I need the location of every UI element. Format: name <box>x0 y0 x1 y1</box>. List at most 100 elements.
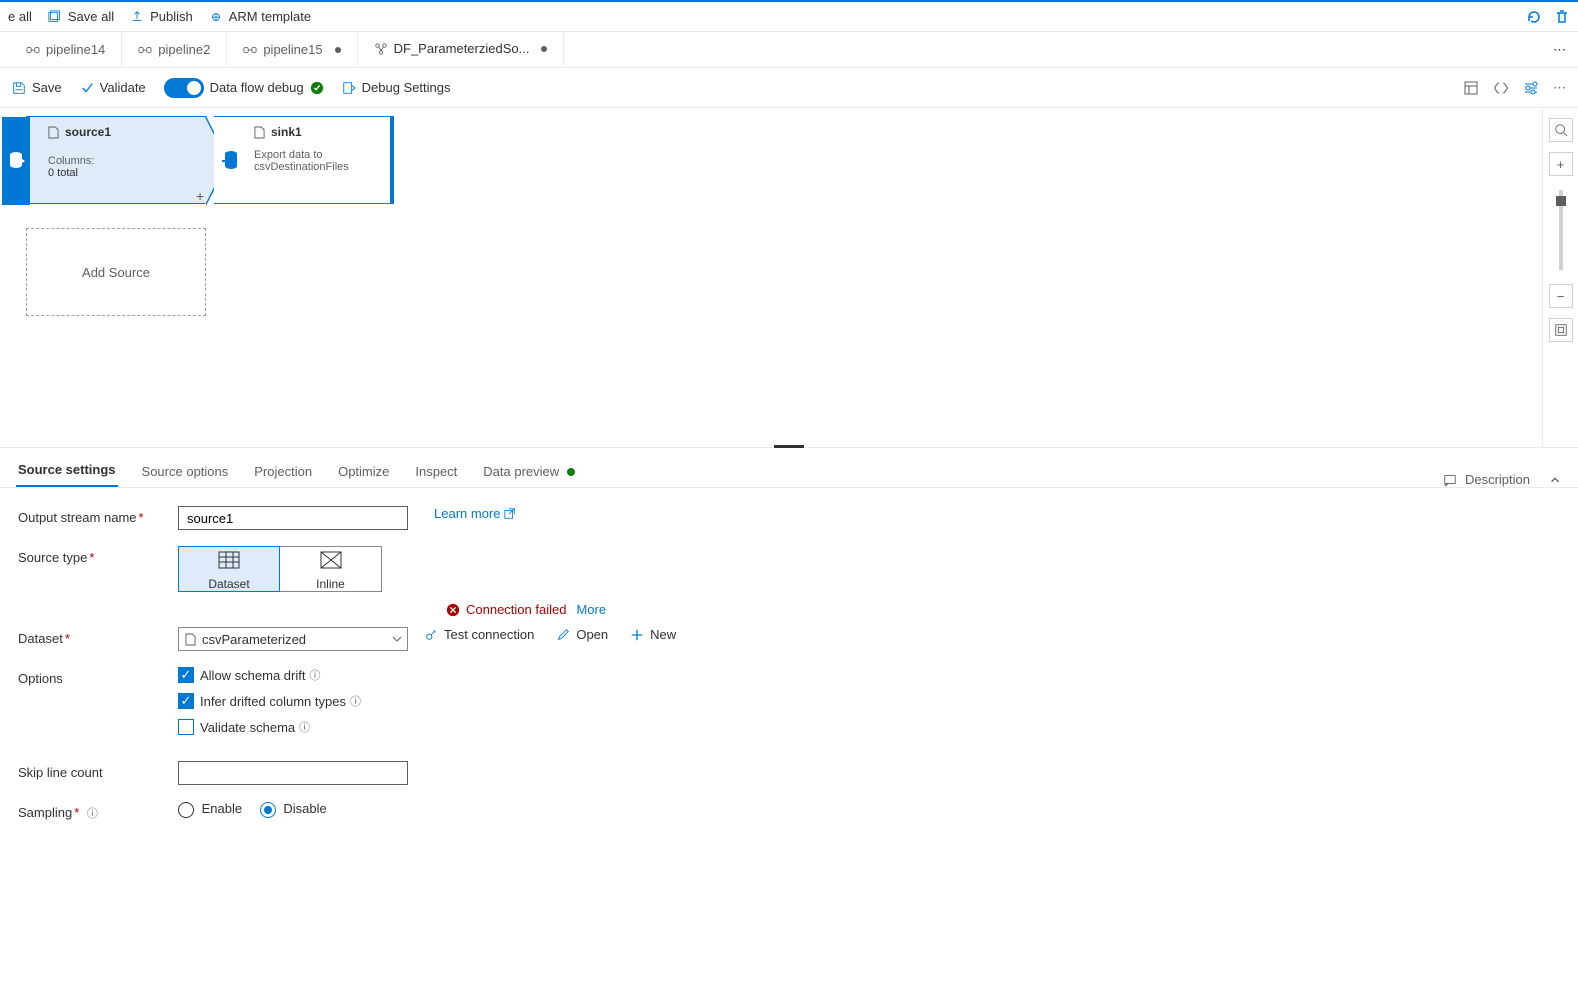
sampling-disable-label: Disable <box>283 801 326 816</box>
sink-node[interactable]: sink1 Export data to csvDestinationFiles <box>214 116 394 204</box>
dataset-select[interactable]: csvParameterized <box>178 627 408 651</box>
validate-schema-checkbox[interactable] <box>178 719 194 735</box>
source-node-icon <box>2 117 30 205</box>
validate-button[interactable]: Validate <box>80 80 146 95</box>
dataflow-toolbar: Save Validate Data flow debug Debug Sett… <box>0 68 1578 108</box>
publish-button[interactable]: Publish <box>130 9 193 24</box>
source-type-toggle: Dataset Inline <box>178 546 382 592</box>
new-dataset-button[interactable]: New <box>630 627 676 642</box>
add-source-label: Add Source <box>82 265 150 280</box>
publish-label: Publish <box>150 9 193 24</box>
sampling-enable-radio[interactable] <box>178 802 194 818</box>
fit-screen-button[interactable] <box>1549 318 1573 342</box>
test-connection-label: Test connection <box>444 627 534 642</box>
tab-pipeline15[interactable]: pipeline15 <box>227 32 357 67</box>
dataset-label: Dataset* <box>18 627 178 646</box>
dataflow-canvas[interactable]: source1 Columns: 0 total + sink1 Export … <box>0 108 1578 448</box>
preview-status-icon <box>567 468 575 476</box>
save-all-button[interactable]: Save all <box>48 9 114 24</box>
zoom-slider[interactable] <box>1559 190 1563 270</box>
tab-df-parameterized[interactable]: DF_ParameterziedSo... <box>358 32 565 67</box>
description-label[interactable]: Description <box>1465 472 1530 487</box>
search-icon[interactable] <box>1549 118 1573 142</box>
sink-node-title: sink1 <box>271 125 302 139</box>
infer-drifted-types-checkbox[interactable]: ✓ <box>178 693 194 709</box>
pipeline-icon <box>243 44 257 56</box>
tab-label: DF_ParameterziedSo... <box>394 41 530 56</box>
delete-icon[interactable] <box>1554 9 1570 25</box>
tab-source-options[interactable]: Source options <box>140 456 231 487</box>
dataset-label: Dataset <box>179 575 279 591</box>
add-transform-button[interactable]: + <box>196 188 204 204</box>
tab-label: pipeline2 <box>158 42 210 57</box>
tab-source-settings[interactable]: Source settings <box>16 454 118 487</box>
learn-more-link[interactable]: Learn more <box>434 506 516 521</box>
discard-all-button[interactable]: e all <box>8 9 32 24</box>
pipeline-icon <box>26 44 40 56</box>
tab-optimize[interactable]: Optimize <box>336 456 391 487</box>
output-stream-name-input[interactable] <box>178 506 408 530</box>
allow-schema-drift-checkbox[interactable]: ✓ <box>178 667 194 683</box>
tab-projection[interactable]: Projection <box>252 456 314 487</box>
open-dataset-button[interactable]: Open <box>556 627 608 642</box>
arm-template-icon <box>209 10 223 24</box>
tab-label: pipeline15 <box>263 42 322 57</box>
skip-line-count-input[interactable] <box>178 761 408 785</box>
tab-data-preview[interactable]: Data preview <box>481 456 577 487</box>
tab-inspect[interactable]: Inspect <box>413 456 459 487</box>
debug-settings-button[interactable]: Debug Settings <box>342 80 451 95</box>
dataset-icon <box>179 547 279 575</box>
info-icon[interactable]: ⓘ <box>309 667 320 683</box>
info-icon[interactable]: ⓘ <box>299 719 310 735</box>
arm-template-button[interactable]: ARM template <box>209 9 311 24</box>
source-type-inline[interactable]: Inline <box>280 546 382 592</box>
tabs-more-button[interactable]: ⋯ <box>1541 32 1578 67</box>
dirty-indicator-icon <box>335 47 341 53</box>
dataflow-icon <box>374 42 388 56</box>
edit-icon <box>556 628 570 642</box>
panel-resize-handle[interactable] <box>774 445 804 448</box>
graph-view-icon[interactable] <box>1463 80 1479 96</box>
output-stream-name-label: Output stream name* <box>18 506 178 525</box>
save-label: Save <box>32 80 62 95</box>
source-type-dataset[interactable]: Dataset <box>178 546 280 592</box>
connection-error-text: Connection failed <box>466 602 566 617</box>
zoom-in-button[interactable]: + <box>1549 152 1573 176</box>
save-icon <box>12 81 26 95</box>
more-icon[interactable]: ⋯ <box>1553 80 1566 96</box>
info-icon[interactable]: ⓘ <box>350 693 361 709</box>
source-columns-label: Columns: <box>48 155 195 167</box>
info-icon[interactable]: ⓘ <box>87 808 98 820</box>
zoom-out-button[interactable]: − <box>1549 284 1573 308</box>
top-command-bar: e all Save all Publish ARM template <box>0 0 1578 32</box>
sampling-disable-radio[interactable] <box>260 802 276 818</box>
sink-node-icon <box>214 117 248 205</box>
tab-pipeline2[interactable]: pipeline2 <box>122 32 227 67</box>
source-node[interactable]: source1 Columns: 0 total <box>26 116 206 204</box>
chevron-down-icon <box>391 633 403 645</box>
debug-toggle[interactable]: Data flow debug <box>164 78 324 98</box>
validate-icon <box>80 81 94 95</box>
tab-label: pipeline14 <box>46 42 105 57</box>
new-label: New <box>650 627 676 642</box>
description-icon[interactable] <box>1443 473 1457 487</box>
discard-all-label: e all <box>8 9 32 24</box>
refresh-icon[interactable] <box>1526 9 1542 25</box>
sampling-label: Sampling* ⓘ <box>18 801 178 821</box>
settings-icon[interactable] <box>1523 80 1539 96</box>
source-type-label: Source type* <box>18 546 178 565</box>
connection-error-more[interactable]: More <box>576 602 606 617</box>
debug-settings-icon <box>342 81 356 95</box>
properties-tabs: Source settings Source options Projectio… <box>0 448 1578 488</box>
tab-pipeline14[interactable]: pipeline14 <box>10 32 122 67</box>
inline-icon <box>280 547 381 575</box>
toggle-switch-icon <box>164 78 204 98</box>
debug-status-icon <box>310 81 324 95</box>
save-button[interactable]: Save <box>12 80 62 95</box>
collapse-panel-icon[interactable] <box>1548 473 1562 487</box>
add-source-button[interactable]: Add Source <box>26 228 206 316</box>
options-label: Options <box>18 667 178 686</box>
arm-template-label: ARM template <box>229 9 311 24</box>
code-view-icon[interactable] <box>1493 80 1509 96</box>
test-connection-button[interactable]: Test connection <box>424 627 534 642</box>
